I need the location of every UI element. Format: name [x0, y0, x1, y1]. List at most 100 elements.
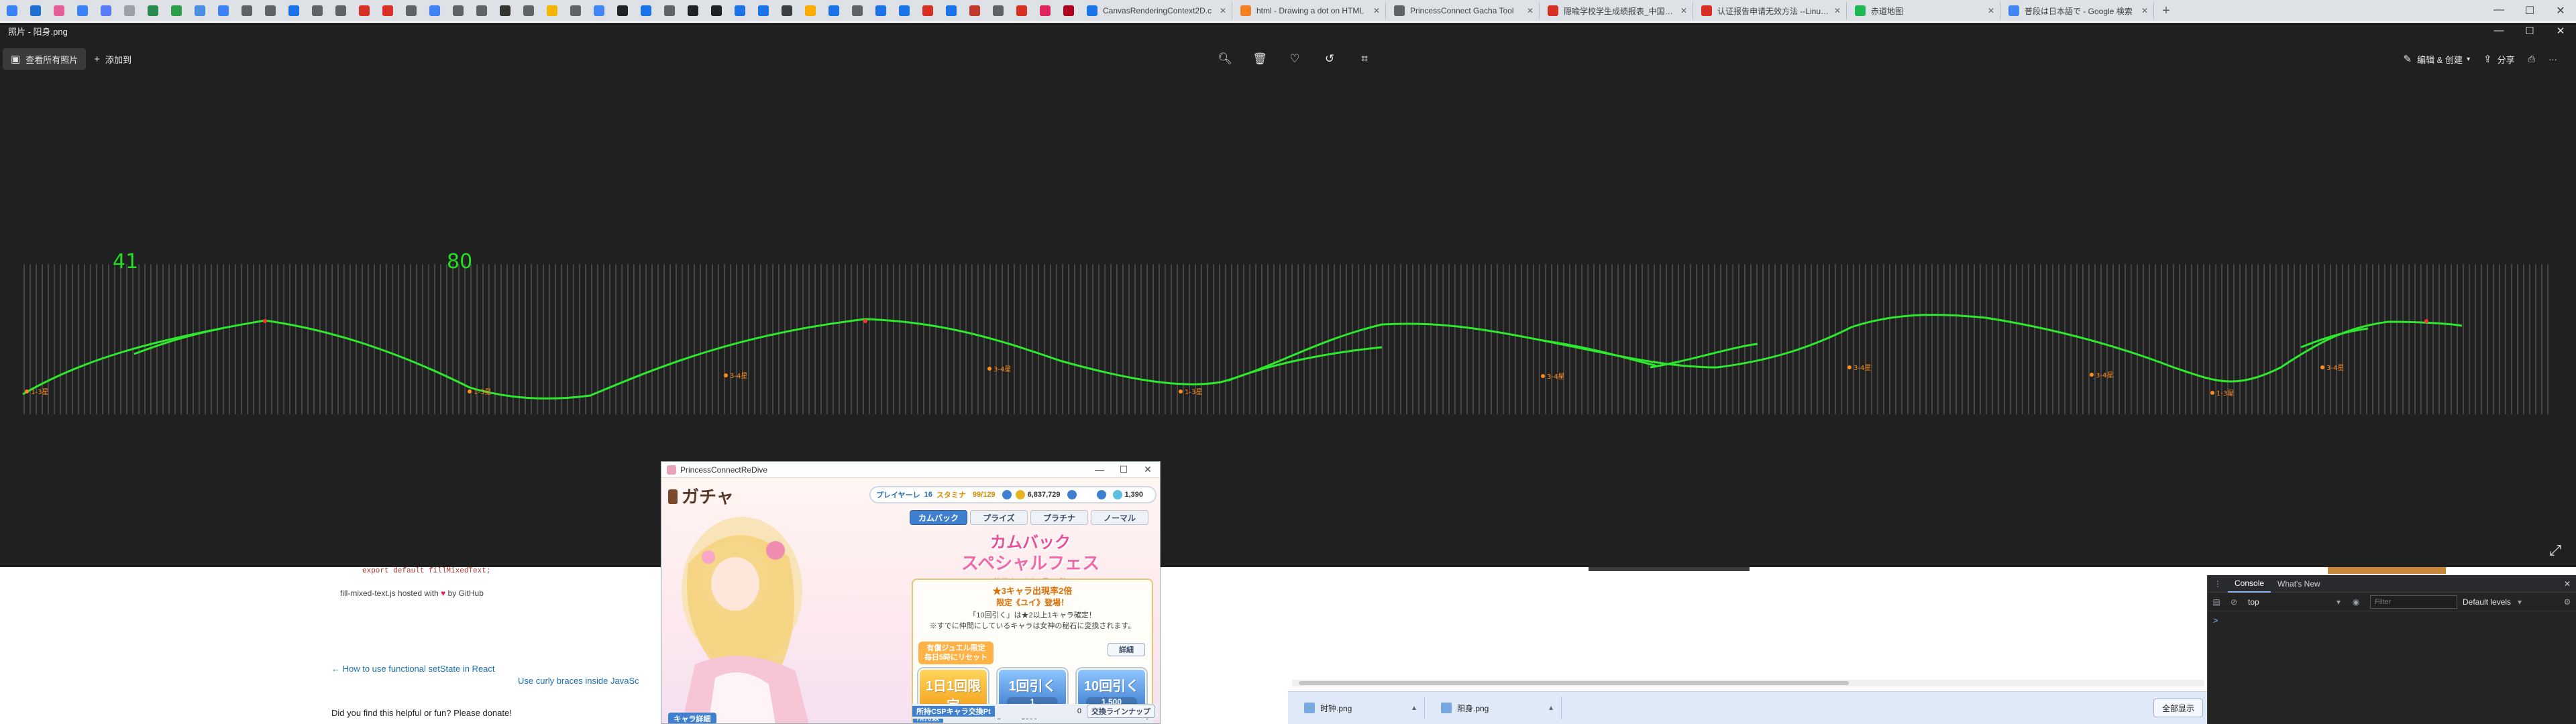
- close-button[interactable]: ✕: [2545, 25, 2576, 37]
- add-mana-icon[interactable]: [1067, 490, 1077, 499]
- maximize-button[interactable]: ☐: [1112, 464, 1136, 475]
- pinned-tab[interactable]: [919, 2, 936, 19]
- browser-tab[interactable]: 隠喩学校学生成绩报表_中国地... ✕: [1542, 2, 1693, 19]
- browser-tab[interactable]: 普段は日本語で - Google 検索 ✕: [2003, 2, 2154, 19]
- pinned-tab[interactable]: [27, 2, 44, 19]
- add-stamina-icon[interactable]: [1002, 490, 1012, 499]
- clear-console-icon[interactable]: ⊘: [2225, 597, 2243, 607]
- pinned-tab[interactable]: [1013, 2, 1030, 19]
- pinned-tab[interactable]: [356, 2, 373, 19]
- console-filter-input[interactable]: [2370, 595, 2457, 609]
- pinned-tab[interactable]: [896, 2, 913, 19]
- tab-console[interactable]: Console: [2228, 575, 2271, 593]
- fullscreen-icon[interactable]: ⤢: [2549, 542, 2561, 559]
- close-tab-icon[interactable]: ✕: [1834, 6, 1841, 15]
- rotate-icon[interactable]: ↺: [1312, 52, 1347, 66]
- tab-platinum[interactable]: プラチナ: [1030, 510, 1088, 525]
- browser-tab[interactable]: PrincessConnect Gacha Tool ✕: [1389, 2, 1540, 19]
- chevron-up-icon[interactable]: ▲: [1548, 705, 1554, 712]
- pinned-tab[interactable]: [543, 2, 561, 19]
- close-tab-icon[interactable]: ✕: [1527, 6, 1534, 15]
- browser-tab[interactable]: html - Drawing a dot on HTML ✕: [1235, 2, 1386, 19]
- pinned-tab[interactable]: [332, 2, 350, 19]
- maximize-button[interactable]: ☐: [2514, 25, 2545, 37]
- close-button[interactable]: ✕: [1136, 464, 1160, 475]
- delete-icon[interactable]: 🗑︎: [1242, 52, 1277, 66]
- detail-button[interactable]: 詳細: [1108, 643, 1145, 656]
- gist-github-link[interactable]: by GitHub: [448, 589, 484, 598]
- edit-create-button[interactable]: ✎ 编辑 & 创建 ▾: [2396, 48, 2477, 70]
- browser-tab[interactable]: 赤道地图 ✕: [1849, 2, 2000, 19]
- character-detail-button[interactable]: キャラ詳細: [668, 713, 716, 723]
- new-tab-button[interactable]: +: [2155, 3, 2177, 19]
- pinned-tab[interactable]: [121, 2, 138, 19]
- pinned-tab[interactable]: [708, 2, 725, 19]
- crop-icon[interactable]: ⌗: [1347, 52, 1382, 66]
- eye-icon[interactable]: ◉: [2347, 597, 2365, 607]
- zoom-icon[interactable]: 🔍︎: [1208, 52, 1242, 66]
- tab-comeback[interactable]: カムバック: [910, 510, 967, 525]
- drawer-menu-icon[interactable]: ⋮: [2208, 579, 2228, 589]
- browser-tab[interactable]: CanvasRenderingContext2D.c ✕: [1081, 2, 1232, 19]
- download-item[interactable]: 时钟.png ▲: [1297, 697, 1425, 719]
- pinned-tab[interactable]: [473, 2, 490, 19]
- close-tab-icon[interactable]: ✕: [1680, 6, 1687, 15]
- horizontal-scrollbar[interactable]: [1292, 680, 2204, 686]
- pinned-tab[interactable]: [50, 2, 68, 19]
- chevron-down-icon[interactable]: ▾: [2511, 597, 2528, 607]
- pinned-tab[interactable]: [97, 2, 115, 19]
- gear-icon[interactable]: ⚙: [2559, 597, 2576, 607]
- close-icon[interactable]: ✕: [2559, 579, 2576, 589]
- close-tab-icon[interactable]: ✕: [1988, 6, 1994, 15]
- share-button[interactable]: ⇪ 分享: [2477, 48, 2522, 70]
- pinned-tab[interactable]: [191, 2, 209, 19]
- pinned-tab[interactable]: [262, 2, 279, 19]
- close-button[interactable]: ✕: [2545, 4, 2576, 17]
- pinned-tab[interactable]: [238, 2, 256, 19]
- show-all-downloads-button[interactable]: 全部显示: [2153, 699, 2203, 717]
- pinned-tab[interactable]: [590, 2, 608, 19]
- pinned-tab[interactable]: [802, 2, 819, 19]
- jewel-plus-icon[interactable]: [1096, 490, 1106, 499]
- pinned-tab[interactable]: [215, 2, 232, 19]
- chevron-up-icon[interactable]: ▲: [1411, 705, 1417, 712]
- minimize-button[interactable]: —: [1087, 464, 1112, 475]
- favorite-icon[interactable]: ♡: [1277, 52, 1312, 66]
- add-to-button[interactable]: + 添加到: [86, 48, 140, 70]
- pinned-tab[interactable]: [567, 2, 584, 19]
- print-button[interactable]: ⎙: [2522, 48, 2542, 70]
- pinned-tab[interactable]: [1060, 2, 1077, 19]
- pinned-tab[interactable]: [309, 2, 326, 19]
- pinned-tab[interactable]: [661, 2, 678, 19]
- pinned-tab[interactable]: [966, 2, 983, 19]
- pinned-tab[interactable]: [989, 2, 1007, 19]
- pinned-tab[interactable]: [825, 2, 843, 19]
- pinned-tab[interactable]: [849, 2, 866, 19]
- download-item[interactable]: 阳身.png ▲: [1434, 697, 1562, 719]
- tab-whats-new[interactable]: What's New: [2271, 575, 2327, 593]
- pinned-tab[interactable]: [637, 2, 655, 19]
- pinned-tab[interactable]: [3, 2, 21, 19]
- sidebar-toggle-icon[interactable]: ▤: [2208, 597, 2225, 607]
- chevron-down-icon[interactable]: ▾: [2330, 597, 2347, 607]
- pinned-tab[interactable]: [755, 2, 772, 19]
- see-all-photos-button[interactable]: ▣ 查看所有照片: [3, 48, 87, 70]
- pinned-tab[interactable]: [285, 2, 303, 19]
- pinned-tab[interactable]: [144, 2, 162, 19]
- pinned-tab[interactable]: [379, 2, 396, 19]
- minimize-button[interactable]: —: [2483, 25, 2514, 37]
- log-levels-dropdown[interactable]: Default levels: [2463, 597, 2511, 607]
- pinned-tab[interactable]: [872, 2, 890, 19]
- prev-post-link[interactable]: ← How to use functional setState in Reac…: [331, 664, 495, 674]
- close-tab-icon[interactable]: ✕: [2141, 6, 2148, 15]
- pinned-tab[interactable]: [74, 2, 91, 19]
- close-tab-icon[interactable]: ✕: [1220, 6, 1226, 15]
- pinned-tab[interactable]: [943, 2, 960, 19]
- context-selector[interactable]: top: [2243, 597, 2330, 607]
- scrollbar-thumb[interactable]: [1299, 681, 1849, 685]
- pinned-tab[interactable]: [426, 2, 443, 19]
- tab-prize[interactable]: プライズ: [970, 510, 1028, 525]
- pinned-tab[interactable]: [520, 2, 537, 19]
- pinned-tab[interactable]: [778, 2, 796, 19]
- maximize-button[interactable]: ☐: [2514, 4, 2545, 17]
